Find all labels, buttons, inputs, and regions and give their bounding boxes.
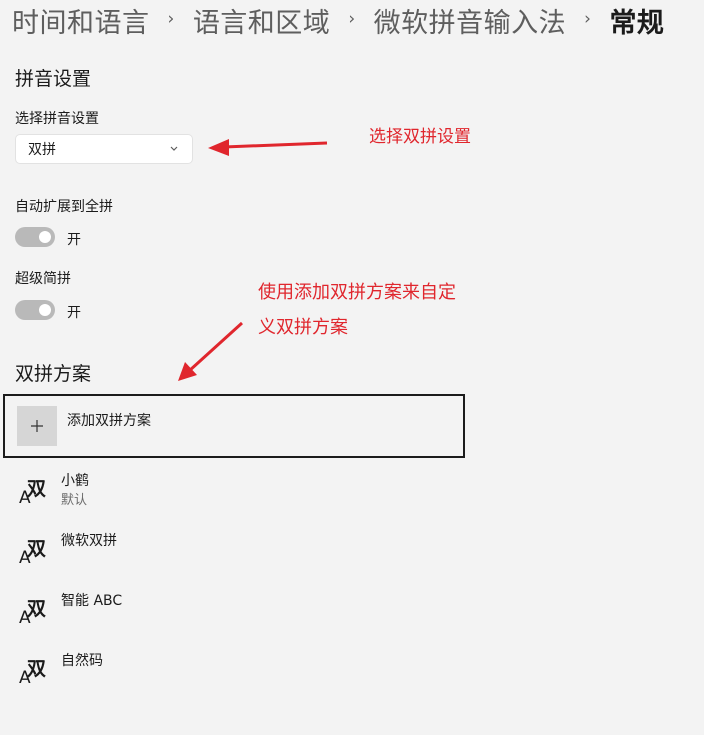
add-shuangpin-button[interactable]: 添加双拼方案 [3,394,465,458]
pinyin-mode-dropdown[interactable]: 双拼 [15,134,193,164]
chevron-right-icon: › [348,9,356,29]
annotation-select-shuangpin: 选择双拼设置 [369,127,471,147]
pinyin-settings-heading: 拼音设置 [15,68,92,90]
scheme-name: 智能 ABC [61,593,123,609]
breadcrumb-language-region[interactable]: 语言和区域 [193,1,331,40]
chevron-right-icon: › [584,9,592,29]
page-title: 常规 [609,7,665,39]
scheme-name: 微软双拼 [61,533,117,549]
scheme-name: 自然码 [61,653,103,669]
breadcrumb: 时间和语言 › 语言和区域 › 微软拼音输入法 › 常规 [12,0,664,40]
arrow-to-dropdown [223,141,328,149]
chevron-right-icon: › [167,9,175,29]
shuangpin-icon: 双 A [19,538,47,568]
select-pinyin-label: 选择拼音设置 [15,111,99,127]
chevron-down-icon [168,142,180,158]
shuangpin-heading: 双拼方案 [15,363,92,385]
toggle-knob [39,231,51,243]
arrow-head-icon [208,139,229,156]
arrow-head-icon [178,362,197,381]
auto-expand-toggle[interactable] [15,227,55,247]
scheme-item-smart-abc[interactable]: 双 A 智能 ABC [0,586,704,642]
auto-expand-state: 开 [67,232,81,248]
scheme-item-ziranma[interactable]: 双 A 自然码 [0,646,704,702]
breadcrumb-time-language[interactable]: 时间和语言 [12,1,150,40]
super-abbrev-label: 超级简拼 [15,271,71,287]
shuangpin-icon: 双 A [19,478,47,508]
auto-expand-label: 自动扩展到全拼 [15,199,113,215]
plus-icon [17,406,57,446]
super-abbrev-state: 开 [67,305,81,321]
scheme-name: 小鹤 [61,473,89,489]
dropdown-value: 双拼 [28,142,56,158]
super-abbrev-toggle[interactable] [15,300,55,320]
shuangpin-icon: 双 A [19,658,47,688]
annotation-custom-line1: 使用添加双拼方案来自定 [258,282,456,303]
shuangpin-icon: 双 A [19,598,47,628]
settings-page: 时间和语言 › 语言和区域 › 微软拼音输入法 › 常规 拼音设置 选择拼音设置… [0,0,704,735]
scheme-item-xiaohe[interactable]: 双 A 小鹤 默认 [0,466,704,522]
annotation-custom-line2: 义双拼方案 [258,317,348,338]
toggle-knob [39,304,51,316]
add-shuangpin-label: 添加双拼方案 [67,413,151,429]
breadcrumb-microsoft-pinyin[interactable]: 微软拼音输入法 [374,1,567,40]
scheme-item-microsoft[interactable]: 双 A 微软双拼 [0,526,704,582]
scheme-default-badge: 默认 [61,493,88,508]
arrow-to-scheme-section [187,321,244,373]
